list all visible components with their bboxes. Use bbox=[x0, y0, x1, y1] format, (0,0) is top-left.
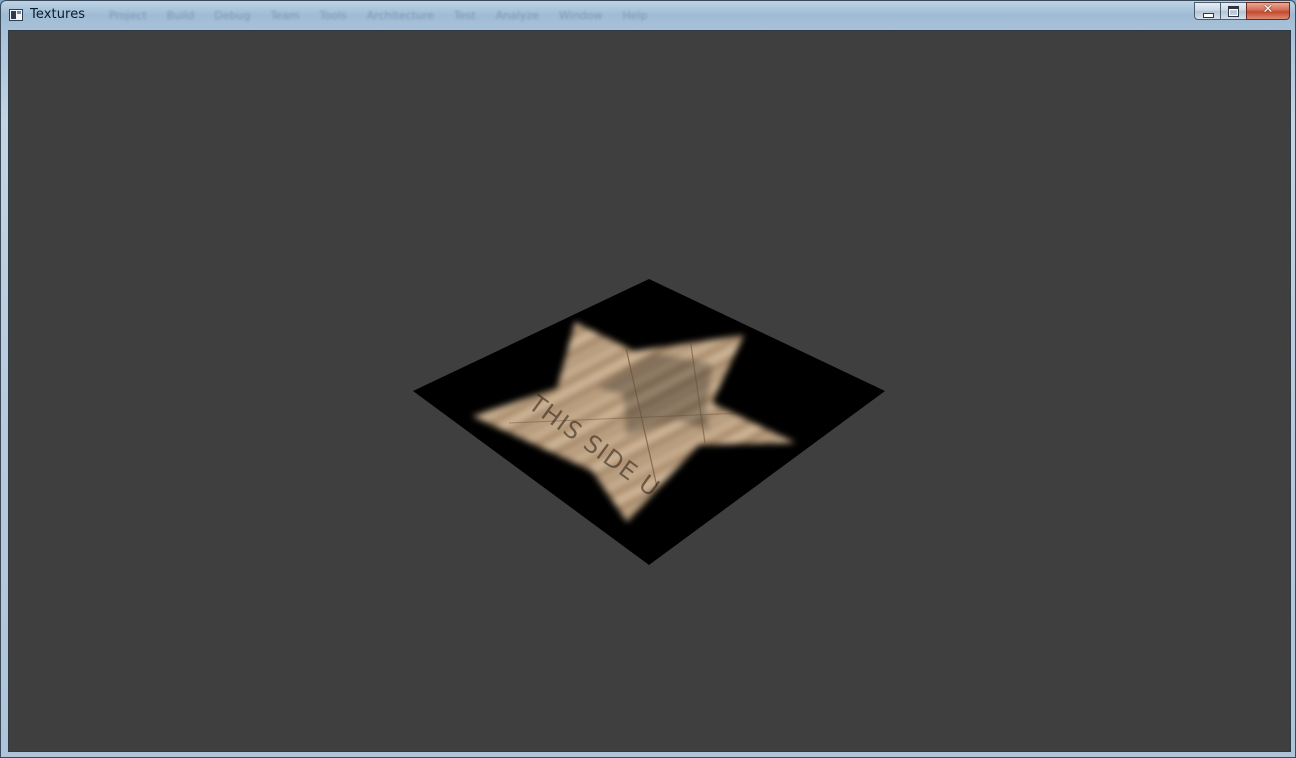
close-icon: ✕ bbox=[1262, 2, 1274, 17]
ghost-menu-item: Analyze bbox=[495, 9, 540, 22]
ghost-menu-item: Team bbox=[270, 9, 300, 22]
ghost-menu-item: Build bbox=[166, 9, 195, 22]
app-window-icon[interactable] bbox=[9, 9, 23, 21]
maximize-button[interactable] bbox=[1220, 2, 1246, 20]
ghost-menu-item: Debug bbox=[214, 9, 251, 22]
minimize-button[interactable] bbox=[1194, 2, 1220, 20]
ghost-menu-item: Help bbox=[622, 9, 648, 22]
ghost-menu-item: Architecture bbox=[366, 9, 434, 22]
close-button[interactable]: ✕ bbox=[1246, 2, 1290, 20]
application-window: Textures Project Build Debug Team Tools … bbox=[0, 0, 1296, 758]
ghost-menu-item: Test bbox=[453, 9, 476, 22]
background-menu-bleedthrough: Project Build Debug Team Tools Architect… bbox=[109, 9, 647, 22]
title-bar[interactable]: Textures Project Build Debug Team Tools … bbox=[1, 1, 1295, 29]
window-title: Textures bbox=[30, 7, 86, 22]
scene-canvas: THIS SIDE UP bbox=[413, 279, 885, 565]
caption-buttons: ✕ bbox=[1194, 2, 1290, 21]
ghost-menu-item: Window bbox=[559, 9, 603, 22]
ghost-menu-item: Project bbox=[109, 9, 147, 22]
ghost-menu-item: Tools bbox=[319, 9, 347, 22]
render-viewport[interactable]: THIS SIDE UP bbox=[8, 30, 1291, 752]
